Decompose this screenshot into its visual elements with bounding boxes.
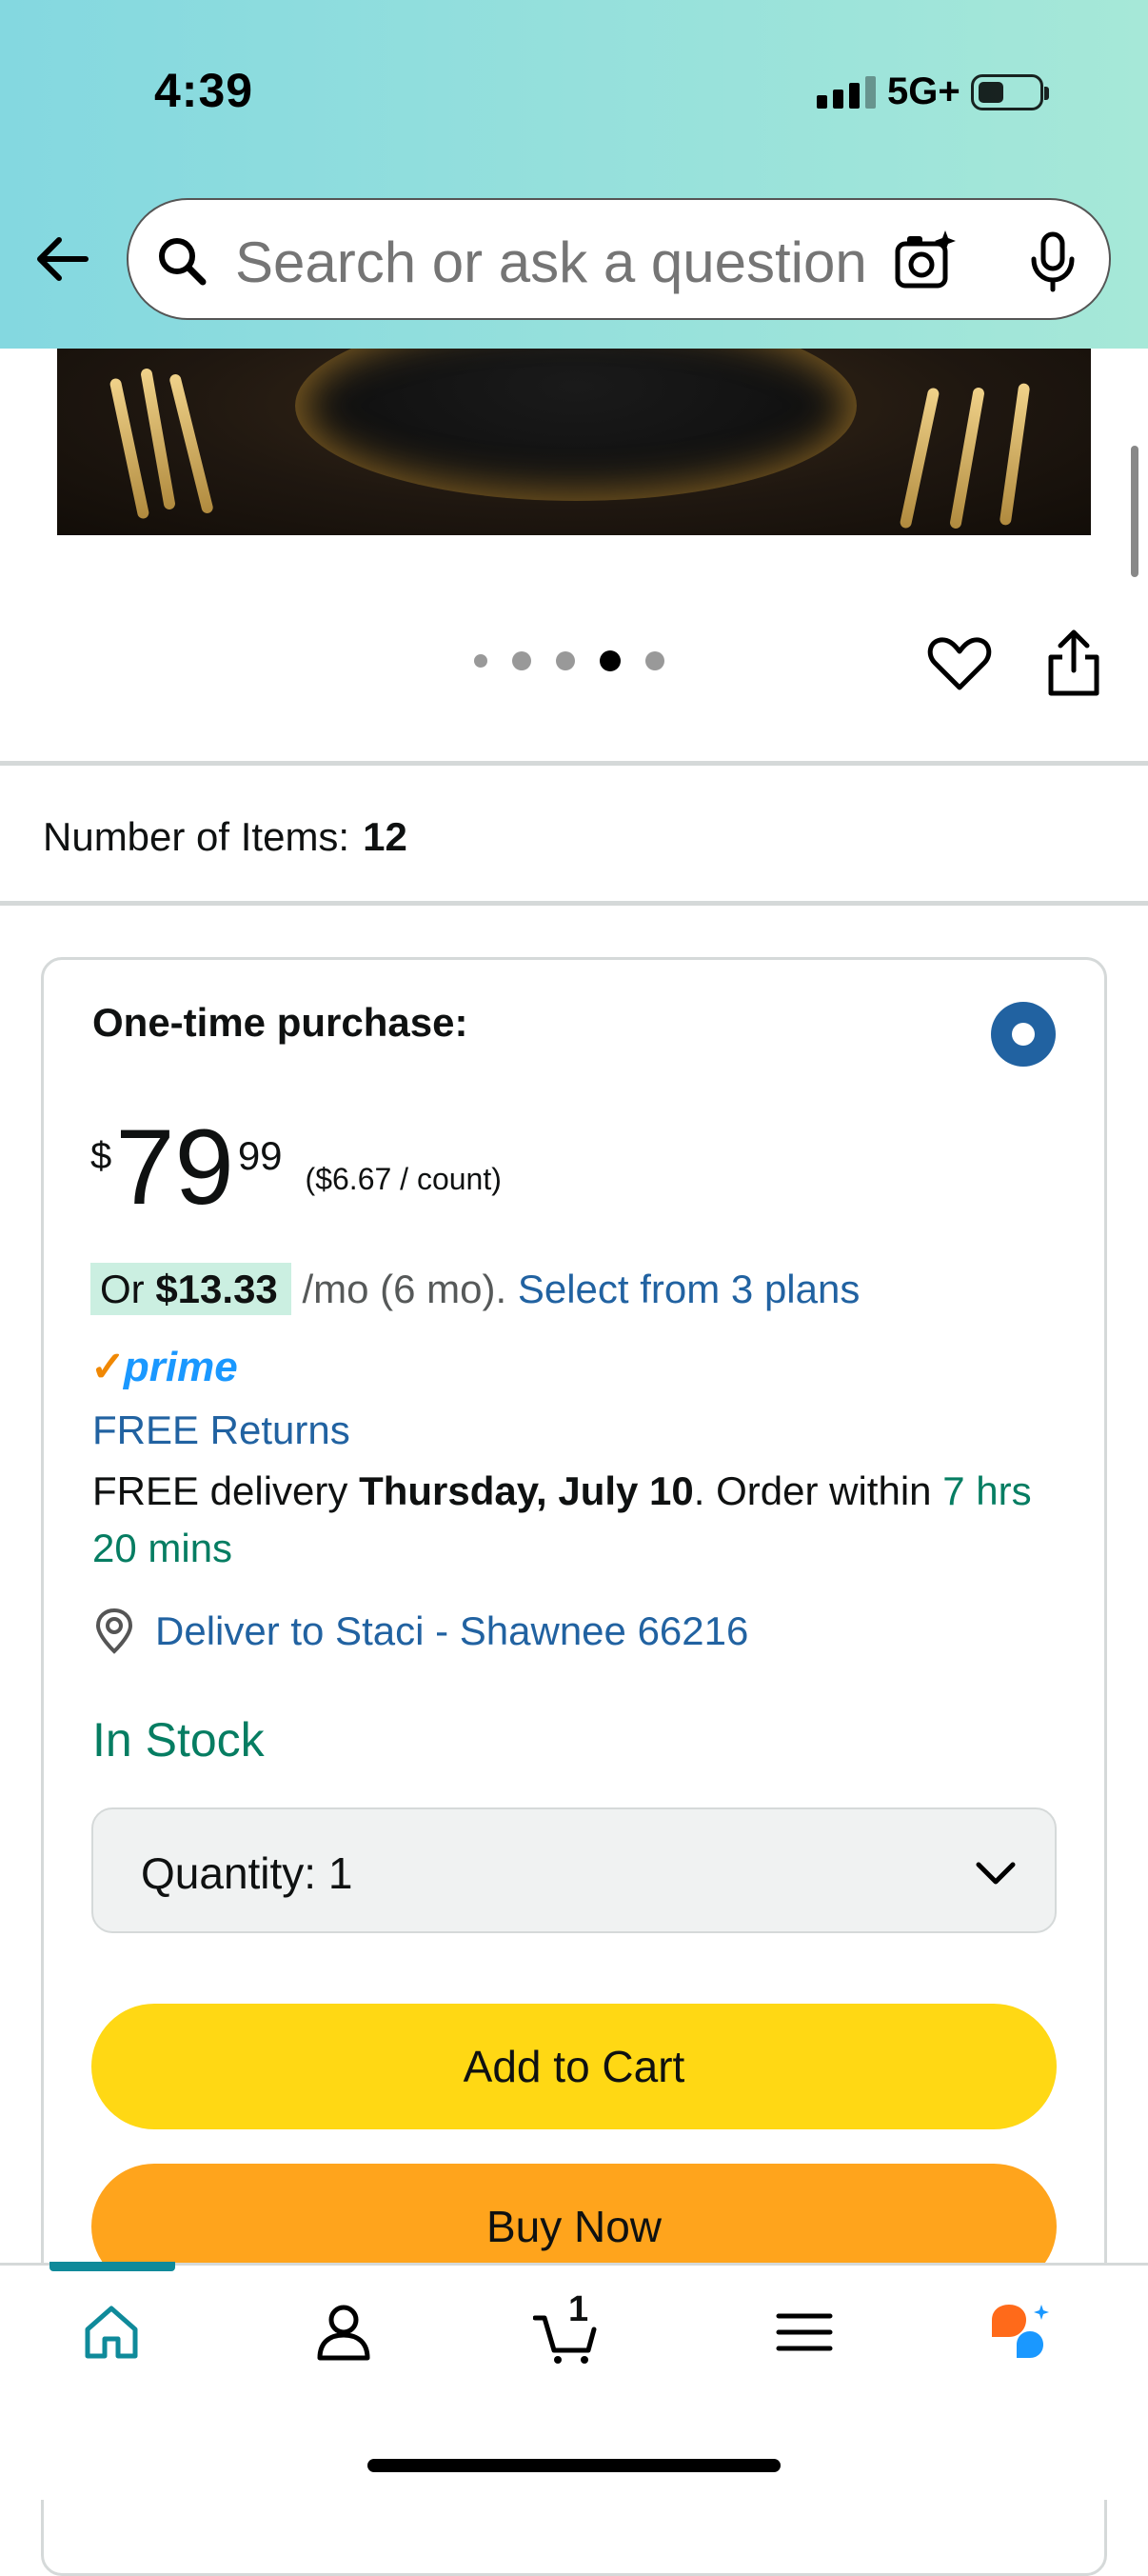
chevron-down-icon [976,1862,1016,1885]
back-arrow-icon[interactable] [29,225,97,293]
menu-icon[interactable] [771,2299,838,2366]
knife-graphic [999,382,1031,527]
installment-amount: $13.33 [155,1267,278,1311]
cart-icon[interactable] [533,2299,600,2366]
home-icon[interactable] [78,2299,145,2366]
installment-prefix: Or [100,1267,145,1311]
items-label: Number of Items: [43,814,350,859]
gallery-dot[interactable] [474,654,487,668]
quantity-value: 1 [327,1848,353,1898]
installment-highlight: Or $13.33 [90,1263,291,1315]
section-divider [0,901,1148,906]
gallery-dots [474,650,664,671]
prime-check-icon: ✓ [90,1344,126,1390]
location-pin-icon [95,1608,133,1654]
camera-search-icon[interactable] [890,227,959,295]
gallery-dot[interactable] [645,651,664,670]
delivery-mid: . Order within [693,1468,932,1513]
search-icon [159,238,207,286]
select-plans-link[interactable]: Select from 3 plans [518,1267,861,1311]
price-symbol: $ [90,1135,112,1177]
status-time: 4:39 [154,64,254,117]
one-time-purchase-radio[interactable] [991,1002,1056,1067]
one-time-purchase-label: One-time purchase: [92,1000,468,1045]
gallery-dot[interactable] [556,651,575,670]
delivery-prefix: FREE delivery [92,1468,348,1513]
knife-graphic [899,387,940,529]
price-fraction: 99 [237,1133,283,1178]
price-whole: 79 [115,1108,234,1227]
add-to-cart-button[interactable]: Add to Cart [91,2004,1057,2129]
installment-row: Or $13.33 /mo (6 mo). Select from 3 plan… [90,1263,861,1315]
deliver-to-text: Deliver to Staci - Shawnee 66216 [155,1608,749,1653]
quantity-text: Quantity: [141,1848,317,1898]
number-of-items: Number of Items: 12 [43,814,407,860]
stock-status: In Stock [92,1713,265,1767]
plate-graphic [295,349,857,501]
prime-label: prime [123,1343,238,1390]
fork-graphic [140,368,176,510]
fork-graphic [168,372,214,515]
app-header: 4:39 5G+ [0,0,1148,349]
home-indicator [367,2459,781,2472]
share-icon[interactable] [1039,625,1108,701]
delivery-date: Thursday, July 10 [359,1468,694,1513]
delivery-info: FREE delivery Thursday, July 10. Order w… [92,1463,1054,1577]
search-bar[interactable] [127,198,1111,320]
cart-count: 1 [568,2289,589,2329]
battery-icon [971,74,1049,110]
deliver-to-link[interactable]: Deliver to Staci - Shawnee 66216 [92,1608,748,1655]
product-image[interactable] [57,349,1091,535]
quantity-dropdown[interactable]: Quantity: 1 [91,1807,1057,1933]
rufus-icon[interactable] [988,2299,1055,2366]
nav-active-indicator [49,2262,175,2271]
free-returns-link[interactable]: FREE Returns [92,1408,350,1453]
signal-icon [817,76,876,109]
price: $ 79 99 ($6.67 / count) [90,1114,502,1221]
installment-terms: /mo (6 mo). [302,1267,507,1311]
search-input[interactable] [233,229,980,295]
knife-graphic [949,387,985,529]
fork-graphic [109,377,150,520]
gallery-dot[interactable] [512,651,531,670]
gallery-dot-active[interactable] [600,650,621,671]
heart-icon[interactable] [925,629,994,697]
page-scrollbar[interactable] [1131,446,1138,577]
prime-badge: ✓ prime [90,1343,238,1391]
network-label: 5G+ [887,70,960,112]
section-divider [0,761,1148,766]
microphone-icon[interactable] [1019,227,1087,295]
quantity-label: Quantity: 1 [141,1847,352,1899]
account-icon[interactable] [310,2299,377,2366]
items-value: 12 [363,814,407,859]
unit-price: ($6.67 / count) [305,1162,502,1196]
